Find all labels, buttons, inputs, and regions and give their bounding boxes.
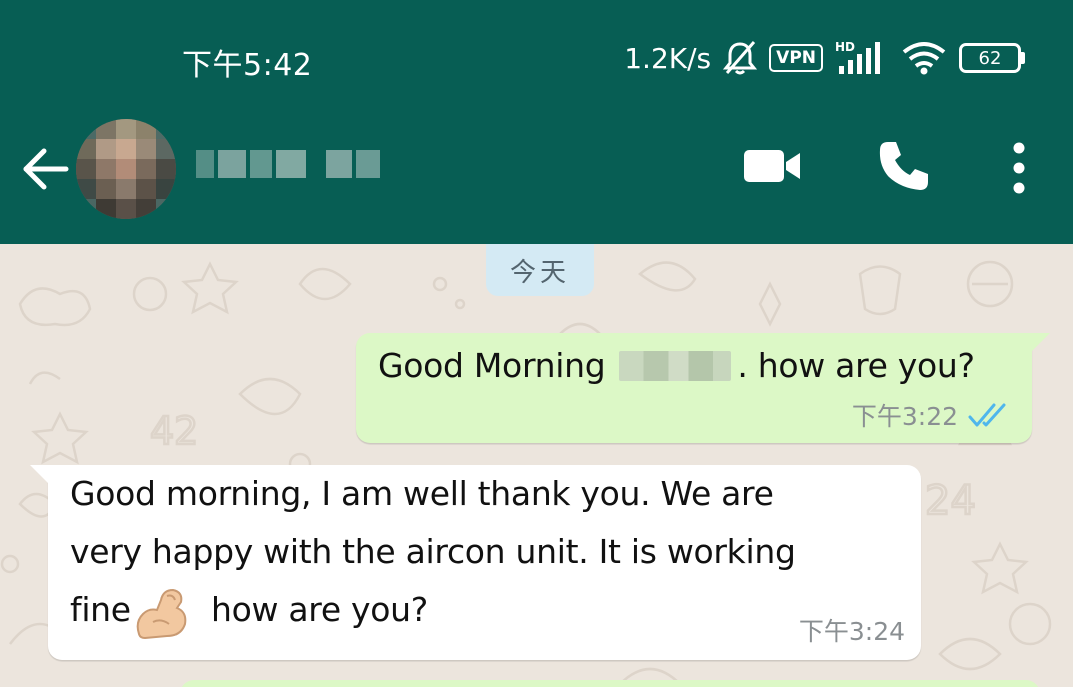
arrow-left-icon[interactable]: [20, 144, 70, 194]
vpn-badge: VPN: [769, 44, 823, 72]
message-line: Good morning, I am well thank you. We ar…: [70, 474, 774, 513]
flexed-biceps-emoji: [136, 588, 187, 639]
incoming-message-bubble[interactable]: Good morning, I am well thank you. We ar…: [30, 465, 921, 660]
message-text-start: Good Morning: [378, 346, 606, 385]
message-time: 下午3:22: [851, 402, 958, 431]
battery-level: 62: [959, 43, 1021, 73]
message-text-end: how are you?: [200, 590, 428, 629]
video-camera-icon[interactable]: [742, 144, 802, 188]
outgoing-message-text: Good Morning . how are you?: [378, 337, 975, 395]
battery-icon: 62: [959, 43, 1025, 73]
chat-area[interactable]: 42 24 今天 Good Morning . how are you? 下午3…: [0, 244, 1073, 687]
incoming-message-text: Good morning, I am well thank you. We ar…: [70, 465, 890, 642]
double-check-read-icon: [968, 403, 1006, 427]
next-outgoing-bubble-partial[interactable]: [180, 680, 1040, 687]
message-text-end: . how are you?: [737, 346, 975, 385]
status-time: 下午5:42: [182, 48, 313, 83]
status-bar: 下午5:42 1.2K/s VPN HD 62: [0, 0, 1073, 92]
message-text-start: fine: [70, 590, 131, 629]
hd-label: HD: [835, 40, 855, 54]
network-speed: 1.2K/s: [624, 41, 712, 75]
message-time: 下午3:24: [798, 617, 905, 646]
outgoing-message-bubble[interactable]: Good Morning . how are you? 下午3:22: [356, 333, 1050, 443]
status-indicators: 1.2K/s VPN HD 62: [624, 40, 1025, 76]
signal-icon: HD: [835, 40, 880, 74]
more-vertical-icon[interactable]: [1006, 140, 1032, 196]
date-chip: 今天: [486, 244, 594, 296]
wifi-icon: [902, 42, 946, 75]
mute-bell-icon: [723, 41, 758, 75]
chat-header: [0, 92, 1073, 244]
svg-text:42: 42: [150, 409, 198, 453]
contact-name-redacted[interactable]: [196, 142, 386, 186]
svg-text:24: 24: [925, 478, 976, 524]
avatar[interactable]: [76, 119, 176, 219]
message-line: very happy with the aircon unit. It is w…: [70, 532, 796, 571]
phone-icon[interactable]: [876, 138, 932, 194]
redacted-name: [619, 351, 732, 381]
message-line: fine how are you?: [70, 581, 890, 642]
